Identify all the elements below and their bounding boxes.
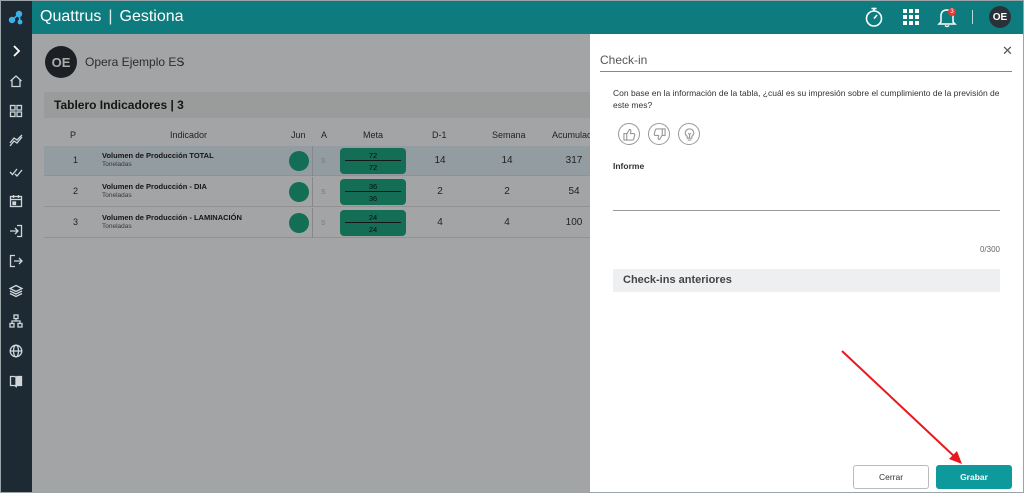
org-chart-icon[interactable] [7,312,25,330]
thumbs-up-icon [622,128,635,141]
brand-separator: | [108,8,113,25]
trend-icon[interactable] [7,132,25,150]
timer-icon[interactable] [864,6,884,28]
lightbulb-icon [684,127,694,141]
book-icon[interactable] [7,372,25,390]
checkin-panel: ✕ Check-in Con base en la información de… [590,34,1024,493]
brand: Quattrus | Gestiona [40,8,184,26]
char-counter: 0/300 [979,245,1000,254]
close-icon[interactable]: ✕ [1002,43,1013,59]
informe-label: Informe [613,161,645,171]
export-icon[interactable] [7,252,25,270]
checklist-icon[interactable] [7,162,25,180]
idea-button[interactable] [678,123,700,145]
top-bar: Quattrus | Gestiona 3 OE [0,0,1024,34]
notification-bell[interactable]: 3 [937,6,957,28]
cancel-button[interactable]: Cerrar [853,465,929,489]
globe-icon[interactable] [7,342,25,360]
save-button[interactable]: Grabar [936,465,1012,489]
dashboard-icon[interactable] [7,102,25,120]
title-divider [600,71,1012,72]
brand-name: Quattrus [40,8,102,25]
thumbs-down-button[interactable] [648,123,670,145]
apps-grid-icon[interactable] [901,7,921,27]
thumbs-down-icon [653,127,666,140]
import-icon[interactable] [7,222,25,240]
expand-sidebar-icon[interactable] [7,42,25,60]
notification-badge: 3 [948,8,956,16]
modal-backdrop[interactable] [32,34,590,493]
product-name: Gestiona [119,8,184,25]
header-divider [972,10,973,24]
layers-icon[interactable] [7,282,25,300]
user-avatar[interactable]: OE [989,6,1011,28]
sidebar [0,34,32,493]
checkin-question: Con base en la información de la tabla, … [613,88,1000,110]
app-logo[interactable] [0,0,32,34]
panel-title: Check-in [600,53,648,67]
thumbs-up-button[interactable] [618,123,640,145]
informe-input[interactable] [613,174,1000,211]
calendar-icon[interactable] [7,192,25,210]
logo-icon [8,10,23,25]
previous-checkins-header[interactable]: Check-ins anteriores [613,269,1000,292]
home-icon[interactable] [7,72,25,90]
